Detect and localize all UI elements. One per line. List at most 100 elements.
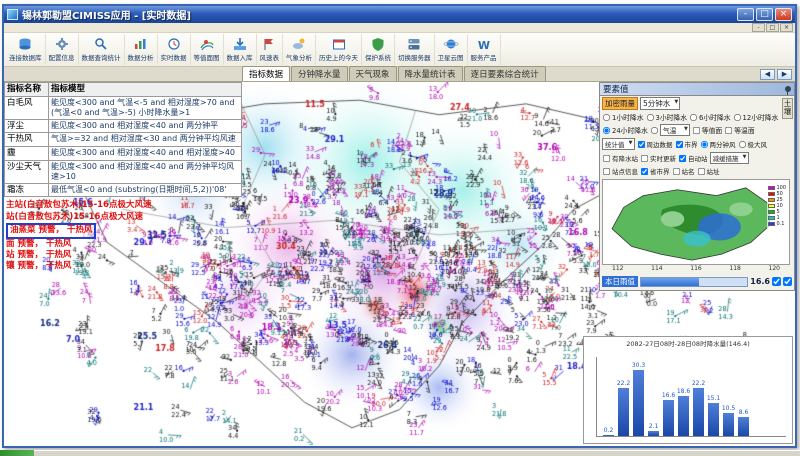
toolbar-button-contour[interactable]: 等值面图 xyxy=(191,34,224,65)
tab-list: 指标数据分钟降水量天气现象降水量统计表逐日要素综合统计 xyxy=(242,66,547,81)
toolbar-button-search[interactable]: 数据查询统计 xyxy=(79,34,125,65)
product-icon: W xyxy=(476,37,492,51)
history-icon xyxy=(331,37,347,51)
toolbar-button-server[interactable]: 切换服务器 xyxy=(395,34,435,65)
minimize-button[interactable]: - xyxy=(737,8,754,21)
toolbar: 连接数据库配置信息数据查询统计数据分析实时数据等值面图数据入库风速表气象分析历史… xyxy=(4,33,795,67)
chart-title: 2082-27日08时-28日08时降水量(146.4) xyxy=(584,337,792,349)
radio-12h-precip[interactable]: 12小时降水 xyxy=(733,112,779,122)
checkbox-contour[interactable]: 等值面 xyxy=(692,125,722,135)
mdi-control-row: - □ × xyxy=(4,23,795,33)
table-row[interactable]: 霾能见度<300 and 相对湿度<40 and 相对湿度>40 xyxy=(5,146,242,160)
column-header-model[interactable]: 指标模型 xyxy=(49,83,242,97)
today-rain-value: 16.6 xyxy=(750,277,770,286)
five-min-dropdown[interactable]: 5分钟水 xyxy=(640,97,680,110)
radio-max-wind[interactable]: 极大风 xyxy=(738,139,768,149)
taskbar[interactable] xyxy=(0,450,800,456)
toolbar-button-shield[interactable]: 保护系统 xyxy=(362,34,395,65)
checkbox-rain-stations[interactable]: 有降水站 xyxy=(602,153,638,163)
table-row[interactable]: 白毛风能见度<300 and 气温<-5 and 相对湿度>70 and (气温… xyxy=(5,96,242,119)
radio-temperature[interactable]: 气温 xyxy=(650,124,690,136)
tab-2[interactable]: 分钟降水量 xyxy=(291,66,348,81)
indicator-model: 能见度<300 and 相对湿度<40 and 两分钟平 xyxy=(49,119,242,133)
checkbox-province-border[interactable]: 省市界 xyxy=(640,166,670,176)
encrypted-rain-toggle[interactable]: 加密雨量 xyxy=(602,97,638,110)
tab-3[interactable]: 天气现象 xyxy=(349,66,397,81)
xtick-label: 116 xyxy=(690,265,701,272)
radio-6h-precip[interactable]: 6小时降水 xyxy=(689,112,731,122)
alert-line: 站(白音敖包苏木)15-16点极大风速 xyxy=(6,212,242,223)
toolbar-button-satellite[interactable]: 卫星云图 xyxy=(435,34,468,65)
toolbar-button-gear[interactable]: 配置信息 xyxy=(46,34,79,65)
toolbar-button-import[interactable]: 数据入库 xyxy=(224,34,257,65)
toolbar-button-product[interactable]: W服务产品 xyxy=(468,34,501,65)
radio-24h-precip[interactable]: 24小时降水 xyxy=(602,125,648,135)
toolbar-button-history[interactable]: 历史上的今天 xyxy=(316,34,362,65)
radio-1h-precip[interactable]: 1小时降水 xyxy=(602,112,644,122)
mitigation-dropdown[interactable]: 减缓措施 xyxy=(710,152,749,164)
soil-vertical-tab[interactable]: 土壤 xyxy=(782,98,793,119)
radio-2min-wind[interactable]: 两分钟风 xyxy=(700,139,736,149)
satellite-icon xyxy=(443,37,459,51)
start-button-fragment[interactable] xyxy=(0,450,34,456)
xtick-label: 118 xyxy=(729,265,740,272)
app-icon xyxy=(7,9,18,20)
mdi-minimize-button[interactable]: - xyxy=(752,23,765,32)
rain-option-checkbox-1[interactable] xyxy=(772,277,781,286)
toolbar-button-database[interactable]: 连接数据库 xyxy=(6,34,46,65)
column-header-name[interactable]: 指标名称 xyxy=(5,83,49,97)
tab-1[interactable]: 指标数据 xyxy=(242,66,290,81)
tab-5[interactable]: 逐日要素综合统计 xyxy=(464,66,546,81)
checkbox-isotherm[interactable]: 等温面 xyxy=(724,125,754,135)
toolbar-label: 气象分析 xyxy=(286,52,312,62)
stat-value-dropdown[interactable]: 统计值 xyxy=(602,138,635,150)
toolbar-button-weather[interactable]: 气象分析 xyxy=(283,34,316,65)
indicator-model: 气温>=32 and 相对湿度<30 and 两分钟平均风速 xyxy=(49,133,242,147)
toolbar-button-realtime[interactable]: 实时数据 xyxy=(158,34,191,65)
checkbox-realtime-update[interactable]: 实时更新 xyxy=(640,153,676,163)
table-row[interactable]: 浮尘能见度<300 and 相对湿度<40 and 两分钟平 xyxy=(5,119,242,133)
title-bar[interactable]: 锡林郭勒盟CIMISS应用 - [实时数据] - □ × xyxy=(4,6,795,23)
xtick-label: 112 xyxy=(612,265,623,272)
element-panel-header[interactable]: 要素值 xyxy=(600,83,794,96)
radio-3h-precip[interactable]: 3小时降水 xyxy=(646,112,688,122)
rain-option-checkbox-2[interactable] xyxy=(783,277,792,286)
chart-bar: 10.5 xyxy=(723,413,734,436)
maximize-button[interactable]: □ xyxy=(756,8,773,21)
table-row[interactable]: 干热风气温>=32 and 相对湿度<30 and 两分钟平均风速 xyxy=(5,133,242,147)
toolbar-button-analysis[interactable]: 数据分析 xyxy=(125,34,158,65)
checkbox-station-info[interactable]: 站点信息 xyxy=(602,166,638,176)
mdi-restore-button[interactable]: □ xyxy=(766,23,779,32)
import-icon xyxy=(232,37,248,51)
mdi-close-button[interactable]: × xyxy=(780,23,793,32)
indicator-name: 白毛风 xyxy=(5,96,49,119)
chart-bar: 8.6 xyxy=(738,417,749,436)
xtick-label: 114 xyxy=(651,265,662,272)
gear-icon xyxy=(54,37,70,51)
minimap-legend: 100502510510.1 xyxy=(767,184,787,228)
close-button[interactable]: × xyxy=(775,8,792,21)
tab-4[interactable]: 降水量统计表 xyxy=(398,66,463,81)
checkbox-surrounding-data[interactable]: 周边数据 xyxy=(637,139,673,149)
toolbar-button-wind-flag[interactable]: 风速表 xyxy=(257,34,284,65)
pin-icon[interactable] xyxy=(785,86,791,92)
checkbox-auto-station[interactable]: 自动站 xyxy=(678,153,708,163)
chart-bars: 0.222.230.32.116.618.622.215.110.58.6 xyxy=(596,357,786,437)
checkbox-station-address[interactable]: 站址 xyxy=(697,166,720,176)
toolbar-label: 历史上的今天 xyxy=(319,52,358,62)
alert-line: 站 预警， 干热风 xyxy=(6,250,242,261)
table-row[interactable]: 霜冻最低气温<0 and (substring(日期时间,5,2))'08' xyxy=(5,183,242,197)
toolbar-label: 连接数据库 xyxy=(9,52,42,62)
element-panel-title: 要素值 xyxy=(603,83,629,95)
tab-scroll-left-icon[interactable]: ◀ xyxy=(760,69,775,80)
tab-scroll-right-icon[interactable]: ▶ xyxy=(777,69,792,80)
indicator-model: 能见度<300 and 相对湿度<40 and 两分钟平均风速>10 xyxy=(49,160,242,183)
toolbar-label: 数据查询统计 xyxy=(82,52,121,62)
checkbox-station-name[interactable]: 站名 xyxy=(672,166,695,176)
toolbar-label: 服务产品 xyxy=(471,52,497,62)
alert-line: 主站(白音敖包苏木)15-16点极大风速 xyxy=(6,200,242,211)
precip-chart-panel: 2082-27日08时-28日08时降水量(146.4) 0.222.230.3… xyxy=(583,336,793,444)
today-rain-progress xyxy=(640,277,748,287)
checkbox-city-border[interactable]: 市界 xyxy=(675,139,698,149)
table-row[interactable]: 沙尘天气能见度<300 and 相对湿度<40 and 两分钟平均风速>10 xyxy=(5,160,242,183)
